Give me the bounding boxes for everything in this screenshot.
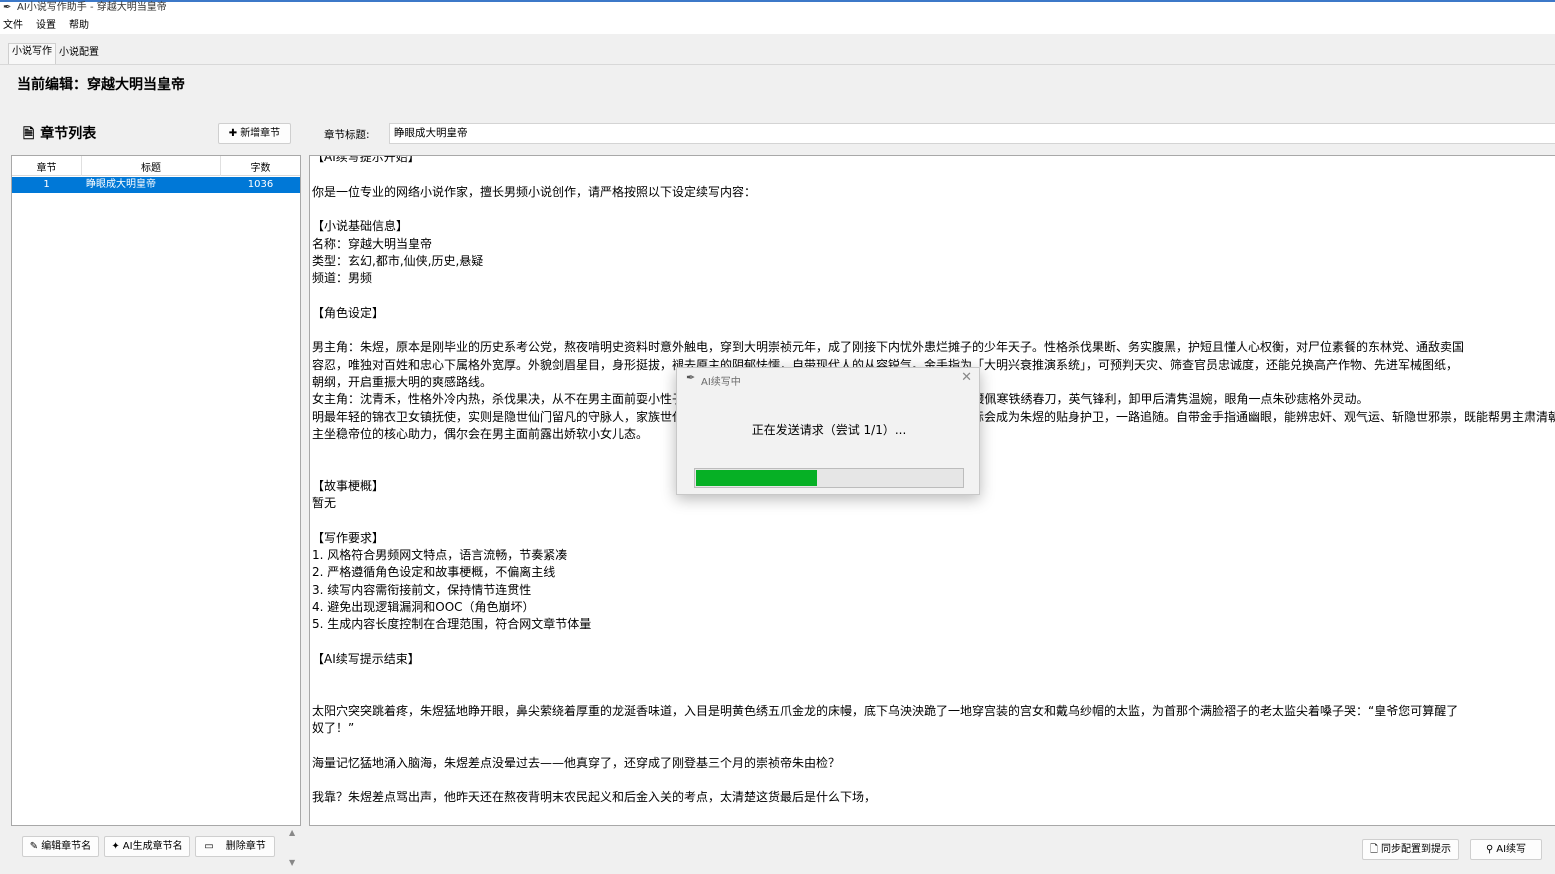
editor-line: 类型：玄幻,都市,仙侠,历史,悬疑	[312, 253, 484, 268]
progress-bar	[694, 468, 964, 488]
plus-icon: ✚	[228, 128, 238, 139]
editor-line: 【AI续写提示结束】	[312, 651, 420, 666]
editor-line: 【小说基础信息】	[312, 219, 409, 234]
editor-line: 3. 续写内容需衔接前文，保持情节连贯性	[312, 582, 532, 597]
chapter-title-label: 章节标题:	[324, 129, 370, 141]
ai-generate-chapter-name-button[interactable]: ✦ AI生成章节名	[104, 836, 190, 857]
sync-doc-icon: 🗋	[1369, 844, 1379, 855]
dialog-title: AI续写中	[701, 377, 741, 388]
chapter-table-header: 章节 标题 字数	[12, 156, 300, 176]
progress-bar-fill	[696, 470, 817, 486]
title-bar: ✒ AI小说写作助手 - 穿越大明当皇帝	[0, 0, 1555, 17]
tab-novel-config[interactable]: 小说配置	[56, 45, 102, 64]
ai-continue-writing-button[interactable]: ⚲ AI续写	[1470, 839, 1542, 860]
current-edit-heading: 当前编辑：穿越大明当皇帝	[17, 77, 185, 93]
editor-line: 暂无	[312, 496, 337, 510]
lightbulb-icon: ⚲	[1485, 844, 1494, 855]
column-header-words[interactable]: 字数	[221, 159, 300, 174]
editor-line: 【AI续写提示开始】	[312, 155, 420, 164]
add-chapter-label: 新增章节	[240, 128, 281, 139]
editor-line: 太阳穴突突跳着疼，朱煜猛地睁开眼，鼻尖萦绕着厚重的龙涎香味道，入目是明黄色绣五爪…	[312, 703, 1459, 718]
editor-line: 1. 风格符合男频网文特点，语言流畅，节奏紧凑	[312, 547, 568, 562]
chapter-title-input[interactable]: 睁眼成大明皇帝	[389, 123, 1555, 144]
row-chapter-number: 1	[43, 179, 50, 190]
close-icon[interactable]: ✕	[961, 370, 972, 385]
sparkle-icon: ✦	[111, 841, 120, 852]
add-chapter-button[interactable]: ✚ 新增章节	[218, 123, 291, 144]
feather-pen-icon: ✒	[3, 2, 12, 13]
ai-generate-chapter-name-label: AI生成章节名	[122, 841, 183, 852]
editor-line: 【写作要求】	[312, 530, 385, 545]
scroll-down-arrow-icon[interactable]: ▼	[289, 858, 295, 867]
tab-bar: 小说写作 小说配置	[0, 34, 1555, 64]
editor-line: 4. 避免出现逻辑漏洞和OOC（角色崩坏）	[312, 599, 535, 614]
editor-line: 奴了！”	[312, 720, 355, 735]
feather-pen-icon: ✒	[686, 371, 696, 384]
ai-writing-progress-dialog: ✒ AI续写中 ✕ 正在发送请求（尝试 1/1）...	[676, 367, 980, 495]
editor-line: 海量记忆猛地涌入脑海，朱煜差点没晕过去——他真穿了，还穿成了刚登基三个月的崇祯帝…	[312, 755, 841, 770]
editor-line: 男主角：朱煜，原本是刚毕业的历史系考公党，熬夜啃明史资料时意外触电，穿到大明崇祯…	[312, 340, 1465, 355]
chapter-table: 章节 标题 字数 1 睁眼成大明皇帝 1036	[11, 155, 301, 826]
chapter-list-heading: 🗎 章节列表	[23, 124, 96, 144]
column-header-title[interactable]: 标题	[82, 159, 220, 174]
dialog-message: 正在发送请求（尝试 1/1）...	[751, 423, 907, 437]
editor-line: 2. 严格遵循角色设定和故事梗概，不偏离主线	[312, 565, 556, 580]
scroll-up-arrow-icon[interactable]: ▲	[289, 828, 295, 837]
pencil-icon: ✎	[29, 841, 39, 852]
editor-line: 5. 生成内容长度控制在合理范围，符合网文章节体量	[312, 617, 592, 632]
ai-continue-writing-label: AI续写	[1496, 844, 1527, 855]
edit-chapter-name-button[interactable]: ✎ 编辑章节名	[22, 836, 99, 857]
editor-line: 【故事梗概】	[312, 478, 385, 493]
column-header-chapter[interactable]: 章节	[12, 159, 81, 174]
editor-line: 名称：穿越大明当皇帝	[312, 236, 433, 251]
sync-config-label: 同步配置到提示	[1381, 844, 1452, 855]
window-title: AI小说写作助手 - 穿越大明当皇帝	[17, 2, 167, 13]
editor-line: 【角色设定】	[312, 305, 385, 320]
editor-line: 主坐稳帝位的核心助力，偶尔会在男主面前露出娇软小女儿态。	[312, 426, 649, 441]
editor-line: 我靠？朱煜差点骂出声，他昨天还在熬夜背明末农民起义和后金入关的考点，太清楚这货最…	[312, 790, 877, 805]
editor-line: 朝纲，开启重振大明的爽感路线。	[312, 374, 493, 389]
sync-config-to-prompt-button[interactable]: 🗋 同步配置到提示	[1362, 839, 1459, 860]
row-word-count: 1036	[247, 179, 274, 190]
delete-chapter-button[interactable]: ▭ 删除章节	[195, 836, 275, 857]
table-row[interactable]: 1 睁眼成大明皇帝 1036	[12, 177, 300, 193]
row-chapter-title: 睁眼成大明皇帝	[86, 179, 156, 190]
tab-novel-writing[interactable]: 小说写作	[8, 43, 56, 64]
chapter-list-title: 章节列表	[40, 126, 97, 142]
trash-icon: ▭	[204, 841, 214, 852]
editor-line: 你是一位专业的网络小说作家，擅长男频小说创作，请严格按照以下设定续写内容：	[312, 184, 757, 199]
menu-file[interactable]: 文件	[3, 19, 23, 32]
menu-settings[interactable]: 设置	[36, 19, 56, 32]
document-icon: 🗎	[23, 126, 35, 142]
edit-chapter-name-label: 编辑章节名	[41, 841, 92, 852]
delete-chapter-label: 删除章节	[225, 841, 266, 852]
menu-bar: 文件 设置 帮助	[0, 17, 1555, 34]
menu-help[interactable]: 帮助	[69, 19, 89, 32]
editor-line: 频道：男频	[312, 271, 373, 286]
